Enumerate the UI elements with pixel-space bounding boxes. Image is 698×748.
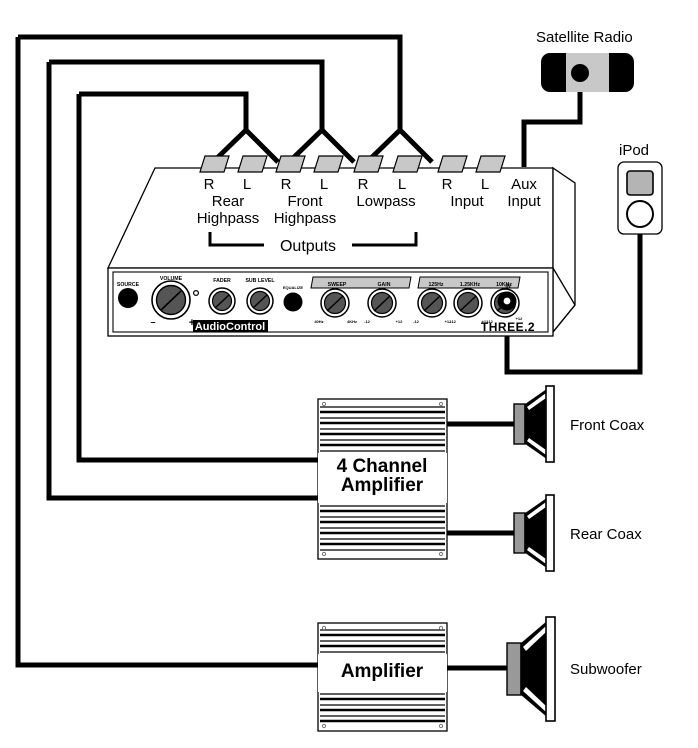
subwoofer-baffle [545,616,556,722]
ipod-label: iPod [619,142,649,159]
source-button[interactable] [118,288,138,308]
wiring-diagram: Satellite Radio iPod R L R L R L R L Rea… [0,0,698,748]
equalize-button[interactable] [283,292,303,312]
processor-model-label: THREE.2 [481,320,535,334]
audiocontrol-brand-label: AudioControl [195,321,265,333]
rear-coax-magnet [513,512,526,554]
outputs-bracket-label: Outputs [280,238,336,255]
group-label-front: Front [287,193,323,210]
jack-rear-l[interactable] [237,155,268,173]
jack-label-front-l: L [320,176,328,193]
jack-input-r[interactable] [437,155,468,173]
scale-sweep-min: 40Hz [314,319,323,324]
satellite-radio-label: Satellite Radio [536,29,633,46]
scale-sweep-max: 4KHz [347,319,357,324]
ipod[interactable] [617,161,663,235]
group-label-input: Input [450,193,484,210]
jack-label-rear-l: L [243,176,251,193]
gain-label: GAIN [378,282,391,288]
group-label-aux-2: Input [507,193,541,210]
band2-knob-group[interactable] [453,288,483,318]
rear-coax-label: Rear Coax [570,526,642,543]
scale-b2-min: -12 [450,319,457,324]
group-label-front-2: Highpass [274,210,337,227]
gain-knob-group[interactable] [367,288,397,318]
band1-knob-group[interactable] [417,288,447,318]
subwoofer-magnet [506,642,522,696]
processor-right-bevel [552,166,576,334]
jack-label-lowpass-l: L [398,176,406,193]
rear-coax-baffle [545,494,555,572]
sub-level-label: SUB LEVEL [245,278,275,284]
four-channel-amp-label-line1: 4 Channel [337,456,428,477]
band2-label: 1.25KHz [460,282,481,288]
scale-gain-min: -12 [364,319,371,324]
equalize-label: EQUALIZE [283,285,304,290]
four-channel-amp-label-line2: Amplifier [341,475,424,496]
sub-amp-label: Amplifier [341,661,424,682]
subwoofer-label: Subwoofer [570,661,642,678]
front-coax-magnet [513,403,526,445]
in-jack-label: IN [505,284,510,290]
volume-minus-label: – [150,317,155,327]
sweep-knob-group[interactable] [320,288,350,318]
jack-lowpass-r[interactable] [353,155,384,173]
ipod-clickwheel-icon [626,200,654,228]
sweep-gain-strip [310,276,412,289]
jack-front-l[interactable] [313,155,344,173]
source-label: SOURCE [117,282,140,288]
group-label-rear: Rear [212,193,245,210]
volume-led-icon [193,290,200,297]
fader-label: FADER [213,278,231,284]
four-channel-amplifier[interactable]: 4 Channel Amplifier [317,398,448,560]
sweep-label: SWEEP [328,282,347,288]
group-label-aux: Aux [511,176,537,193]
jack-rear-r[interactable] [199,155,230,173]
satellite-radio-button-icon [571,64,589,82]
jack-label-front-r: R [281,176,292,193]
jack-lowpass-l[interactable] [392,155,423,173]
in-jack-hole-icon [503,297,511,305]
group-label-lowpass: Lowpass [356,193,415,210]
jack-input-l[interactable] [475,155,506,173]
jack-front-r[interactable] [275,155,306,173]
jack-label-lowpass-r: R [358,176,369,193]
band1-label: 125Hz [429,282,444,288]
satellite-radio[interactable] [541,53,634,92]
jack-label-input-r: R [442,176,453,193]
group-label-rear-2: Highpass [197,210,260,227]
jack-label-rear-r: R [204,176,215,193]
ipod-screen-icon [626,170,654,196]
scale-gain-max: +12 [396,319,404,324]
sub-amplifier[interactable]: Amplifier [317,622,448,732]
front-coax-baffle [545,385,555,463]
scale-b1-min: -12 [413,319,420,324]
jack-label-input-l: L [481,176,489,193]
front-coax-label: Front Coax [570,417,645,434]
